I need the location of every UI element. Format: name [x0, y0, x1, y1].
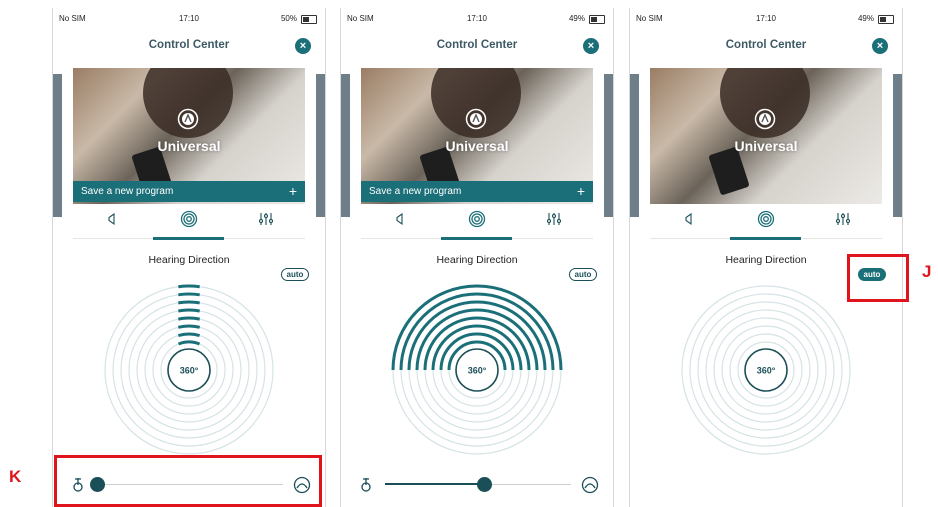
close-button[interactable]: × — [583, 38, 599, 54]
auto-toggle[interactable]: auto — [569, 268, 597, 281]
tab-equalizer[interactable] — [804, 204, 881, 238]
program-icon — [754, 108, 776, 130]
focus-beam-arc — [178, 308, 200, 313]
equalizer-icon — [546, 211, 562, 232]
save-program-label: Save a new program — [81, 186, 174, 197]
center-label: 360° — [468, 366, 487, 376]
program-name: Universal — [445, 138, 509, 154]
save-program-button[interactable]: Save a new program + — [73, 181, 305, 202]
focus-beam-arc — [178, 284, 200, 289]
page-title: Control Center — [725, 39, 807, 51]
callout-j: J — [922, 262, 932, 281]
tab-hearing-direction[interactable] — [727, 204, 804, 240]
battery-label: 49% — [568, 14, 585, 23]
center-label: 360° — [757, 366, 776, 376]
control-tabs — [73, 204, 305, 240]
prev-program-card[interactable] — [53, 74, 62, 217]
hearing-direction-icon — [757, 210, 775, 233]
tab-equalizer[interactable] — [227, 204, 304, 238]
status-bar: No SIM 17:10 49% — [341, 14, 613, 26]
speaker-icon — [682, 212, 696, 231]
equalizer-icon — [835, 211, 851, 232]
program-card[interactable]: Universal — [650, 68, 882, 204]
hearing-direction-label: Hearing Direction — [436, 254, 518, 266]
save-program-label: Save a new program — [369, 186, 462, 197]
focus-narrow-icon — [358, 476, 374, 494]
hearing-direction-icon — [180, 210, 198, 233]
phone-screen-2: No SIM 17:10 49% Control Center × Universal Sa… — [340, 8, 614, 507]
battery-icon — [301, 15, 317, 24]
callout-k: K — [9, 467, 22, 486]
focus-beam-arc — [178, 292, 200, 297]
control-tabs — [361, 204, 593, 240]
prev-program-card[interactable] — [341, 74, 350, 217]
status-bar: No SIM 17:10 50% — [53, 14, 325, 26]
focus-wide-icon — [581, 476, 599, 494]
save-program-button[interactable]: Save a new program + — [361, 181, 593, 202]
speaker-icon — [105, 212, 119, 231]
program-icon — [177, 108, 199, 130]
hearing-direction-icon — [468, 210, 486, 233]
tab-speaker[interactable] — [650, 204, 727, 238]
control-tabs — [650, 204, 882, 240]
battery-label: 49% — [857, 14, 874, 23]
slider-knob[interactable] — [476, 477, 492, 492]
next-program-card[interactable] — [893, 74, 902, 217]
tab-speaker[interactable] — [361, 204, 438, 238]
prev-program-card[interactable] — [630, 74, 639, 217]
tab-speaker[interactable] — [73, 204, 150, 238]
battery-icon — [878, 15, 894, 24]
speaker-icon — [393, 212, 407, 231]
program-icon — [465, 108, 487, 130]
highlight-box-j — [847, 254, 909, 302]
tab-equalizer[interactable] — [515, 204, 592, 238]
close-button[interactable]: × — [872, 38, 888, 54]
next-program-card[interactable] — [316, 74, 325, 217]
phone-screen-1: No SIM 17:10 50% Control Center × Universal Sa… — [52, 8, 326, 507]
hearing-direction-dial[interactable]: 360° — [387, 280, 567, 460]
focus-beam-arc — [177, 324, 201, 329]
page-title: Control Center — [148, 39, 230, 51]
auto-toggle[interactable]: auto — [281, 268, 309, 281]
hearing-direction-dial[interactable]: 360° — [676, 280, 856, 460]
focus-slider[interactable] — [341, 473, 613, 497]
program-name: Universal — [157, 138, 221, 154]
focus-beam-arc — [177, 316, 201, 321]
focus-beam-arc — [177, 332, 201, 338]
program-name: Universal — [734, 138, 798, 154]
add-icon: + — [288, 183, 297, 199]
focus-beam-arc — [177, 340, 201, 346]
tab-hearing-direction[interactable] — [438, 204, 515, 240]
page-title: Control Center — [436, 39, 518, 51]
battery-label: 50% — [280, 14, 297, 23]
add-icon: + — [576, 183, 585, 199]
battery-icon — [589, 15, 605, 24]
tab-hearing-direction[interactable] — [150, 204, 227, 240]
hearing-direction-label: Hearing Direction — [148, 254, 230, 266]
status-bar: No SIM 17:10 49% — [630, 14, 902, 26]
next-program-card[interactable] — [604, 74, 613, 217]
hearing-direction-dial[interactable]: 360° — [99, 280, 279, 460]
focus-beam-arc — [178, 300, 200, 305]
equalizer-icon — [258, 211, 274, 232]
highlight-box-k — [54, 455, 322, 507]
slider-fill — [385, 483, 484, 485]
close-button[interactable]: × — [295, 38, 311, 54]
center-label: 360° — [180, 366, 199, 376]
